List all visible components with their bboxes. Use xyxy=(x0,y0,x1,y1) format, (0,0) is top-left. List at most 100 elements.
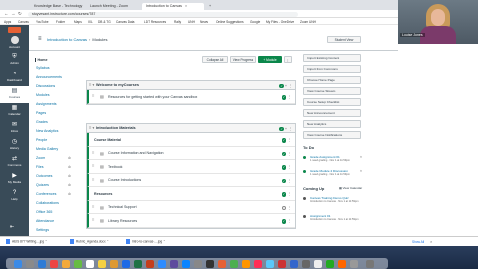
add-module-button[interactable]: + Module xyxy=(258,56,282,63)
course-nav-item[interactable]: Discussions xyxy=(36,84,55,88)
course-nav-item[interactable]: Outcomes xyxy=(36,174,52,178)
download-item[interactable]: Intro-to-canvas-....jpg ⌃ xyxy=(126,239,166,244)
bookmark[interactable]: News xyxy=(200,20,208,24)
drag-handle-icon[interactable]: ⠿ xyxy=(92,218,94,222)
bookmark[interactable]: LDT Resources xyxy=(144,20,166,24)
module-text-header[interactable]: Resources ✓ ⋮ xyxy=(87,187,295,201)
import-from-commons-button[interactable]: Import from Commons xyxy=(303,65,361,73)
course-nav-item[interactable]: Zoom xyxy=(36,156,45,160)
bookmark[interactable]: UNH xyxy=(188,20,195,24)
bookmark[interactable]: IXL xyxy=(88,20,93,24)
browser-tab[interactable]: Launch Meeting - Zoom xyxy=(86,3,141,10)
module-item[interactable]: ⠿ ▤ Course Information and Navigation ✓ … xyxy=(87,146,295,160)
drag-handle-icon[interactable]: ⠿ xyxy=(92,164,94,168)
drag-handle-icon[interactable]: ⠿ ▾ xyxy=(89,126,94,130)
dismiss-icon[interactable]: × xyxy=(360,169,362,173)
download-item[interactable]: AEIS 877 Writing....jpg ⌃ xyxy=(6,239,48,244)
canvas-icon[interactable] xyxy=(218,260,226,268)
course-nav-item[interactable]: Grades xyxy=(36,120,48,124)
published-icon[interactable]: ✓ xyxy=(281,165,287,170)
more-options-icon[interactable]: ⋮ xyxy=(284,56,292,63)
browser-tab[interactable]: Knowledge Base - Technology xyxy=(30,3,85,10)
books-icon[interactable] xyxy=(242,260,250,268)
acrobat-icon[interactable] xyxy=(278,260,286,268)
bookmark[interactable]: Canvas Data xyxy=(116,20,134,24)
mail-icon[interactable] xyxy=(62,260,70,268)
collapse-nav-icon[interactable]: ⇤ xyxy=(10,224,14,230)
drag-handle-icon[interactable]: ⠿ xyxy=(92,94,94,98)
global-nav-history[interactable]: ◷ History xyxy=(0,137,29,154)
new-analytics-button[interactable]: New Analytics xyxy=(303,120,361,128)
close-icon[interactable]: × xyxy=(430,239,432,244)
bookmark[interactable]: Folder xyxy=(56,20,65,24)
view-progress-button[interactable]: View Progress xyxy=(230,56,256,63)
bookmark[interactable]: Rally xyxy=(174,20,181,24)
published-icon[interactable]: ✓ xyxy=(281,95,287,100)
course-nav-item[interactable]: Syllabus xyxy=(36,66,50,70)
module-header[interactable]: ⠿ ▾ Introduction Materials ✓ + ⋮ xyxy=(87,124,295,133)
terminal-icon[interactable] xyxy=(206,260,214,268)
global-nav-admin[interactable]: ⛨ Admin xyxy=(0,52,29,69)
show-all-downloads-button[interactable]: Show All xyxy=(412,240,424,244)
launchpad-icon[interactable] xyxy=(26,260,34,268)
bookmark[interactable]: Google xyxy=(250,20,260,24)
view-course-notifications-button[interactable]: View Course Notifications xyxy=(303,131,361,139)
bookmark[interactable]: Maps xyxy=(74,20,82,24)
course-nav-item[interactable]: Attendance xyxy=(36,219,54,223)
zoom-icon[interactable] xyxy=(158,260,166,268)
view-course-stream-button[interactable]: View Course Stream xyxy=(303,87,361,95)
global-nav-help[interactable]: ? Help xyxy=(0,188,29,205)
global-nav-dashboard[interactable]: ◔ Dashboard xyxy=(0,69,29,86)
forward-icon[interactable]: → xyxy=(11,11,16,16)
module-item[interactable]: ⠿ ▤ Library Resources ✓ ⋮ xyxy=(87,214,295,228)
settings-icon[interactable] xyxy=(194,260,202,268)
course-nav-item[interactable]: Home xyxy=(35,58,48,62)
global-nav-courses[interactable]: ▤ Courses xyxy=(0,86,29,103)
choose-home-page-button[interactable]: Choose Home Page xyxy=(303,76,361,84)
module-header[interactable]: ⠿ ▾ Welcome to myCourses ✓ + ⋮ xyxy=(87,81,295,90)
keynote-icon[interactable] xyxy=(338,260,346,268)
dismiss-icon[interactable]: × xyxy=(360,155,362,159)
hamburger-menu-icon[interactable]: ≡ xyxy=(38,36,42,42)
safari-icon[interactable] xyxy=(38,260,46,268)
published-icon[interactable]: ✓ xyxy=(281,138,287,143)
module-item[interactable]: ⠿ ▤ Textbook ✓ ⋮ xyxy=(87,160,295,174)
course-nav-item[interactable]: New Analytics xyxy=(36,129,58,133)
word-icon[interactable] xyxy=(122,260,130,268)
module-item[interactable]: ⠿ ▤ Resources for getting started with y… xyxy=(87,90,295,104)
module-item-title[interactable]: Technical Support xyxy=(108,205,137,209)
global-nav-calendar[interactable]: ▦ Calendar xyxy=(0,103,29,120)
messages-icon[interactable] xyxy=(74,260,82,268)
published-icon[interactable]: ✓ xyxy=(279,83,284,89)
url-input[interactable]: stuyvesant.instructure.com/courses/787 xyxy=(28,11,298,17)
bookmark[interactable]: YouTube xyxy=(36,20,49,24)
new-announcement-button[interactable]: New Announcement xyxy=(303,109,361,117)
reload-icon[interactable]: ↻ xyxy=(18,11,22,17)
institution-logo[interactable] xyxy=(8,27,21,33)
course-nav-item[interactable]: Assignments xyxy=(36,102,57,106)
onedrive-icon[interactable] xyxy=(290,260,298,268)
bookmark[interactable]: Canvas xyxy=(18,20,29,24)
course-nav-item[interactable]: Pages xyxy=(36,111,46,115)
course-nav-item[interactable]: Announcements xyxy=(36,75,62,79)
chrome-icon[interactable] xyxy=(50,260,58,268)
drag-handle-icon[interactable]: ⠿ xyxy=(92,178,94,182)
drag-handle-icon[interactable]: ⠿ xyxy=(92,205,94,209)
bookmark[interactable]: DB & TG xyxy=(98,20,111,24)
course-nav-item[interactable]: Conferences xyxy=(36,192,56,196)
excel-icon[interactable] xyxy=(134,260,142,268)
drag-handle-icon[interactable]: ⠿ xyxy=(92,151,94,155)
numbers-icon[interactable] xyxy=(326,260,334,268)
textedit-icon[interactable] xyxy=(314,260,322,268)
bookmark[interactable]: My Files - OneDrive xyxy=(266,20,294,24)
global-nav-my-media[interactable]: ▶ My Media xyxy=(0,171,29,188)
module-item-title[interactable]: Resources for getting started with your … xyxy=(108,95,197,99)
course-nav-item[interactable]: Office 365 xyxy=(36,210,52,214)
browser-tab-active[interactable]: Introduction to Canvas × xyxy=(142,3,204,10)
download-item[interactable]: Rubric_Agenda.docx ⌃ xyxy=(70,239,109,244)
facetime-icon[interactable] xyxy=(230,260,238,268)
bookmark[interactable]: Apps xyxy=(4,20,11,24)
view-calendar-link[interactable]: ▦ View Calendar xyxy=(339,186,362,190)
global-nav-commons[interactable]: ⇄ Commons xyxy=(0,154,29,171)
module-item[interactable]: ⠿ ▤ Course Introductions ✓ ⋮ xyxy=(87,173,295,187)
